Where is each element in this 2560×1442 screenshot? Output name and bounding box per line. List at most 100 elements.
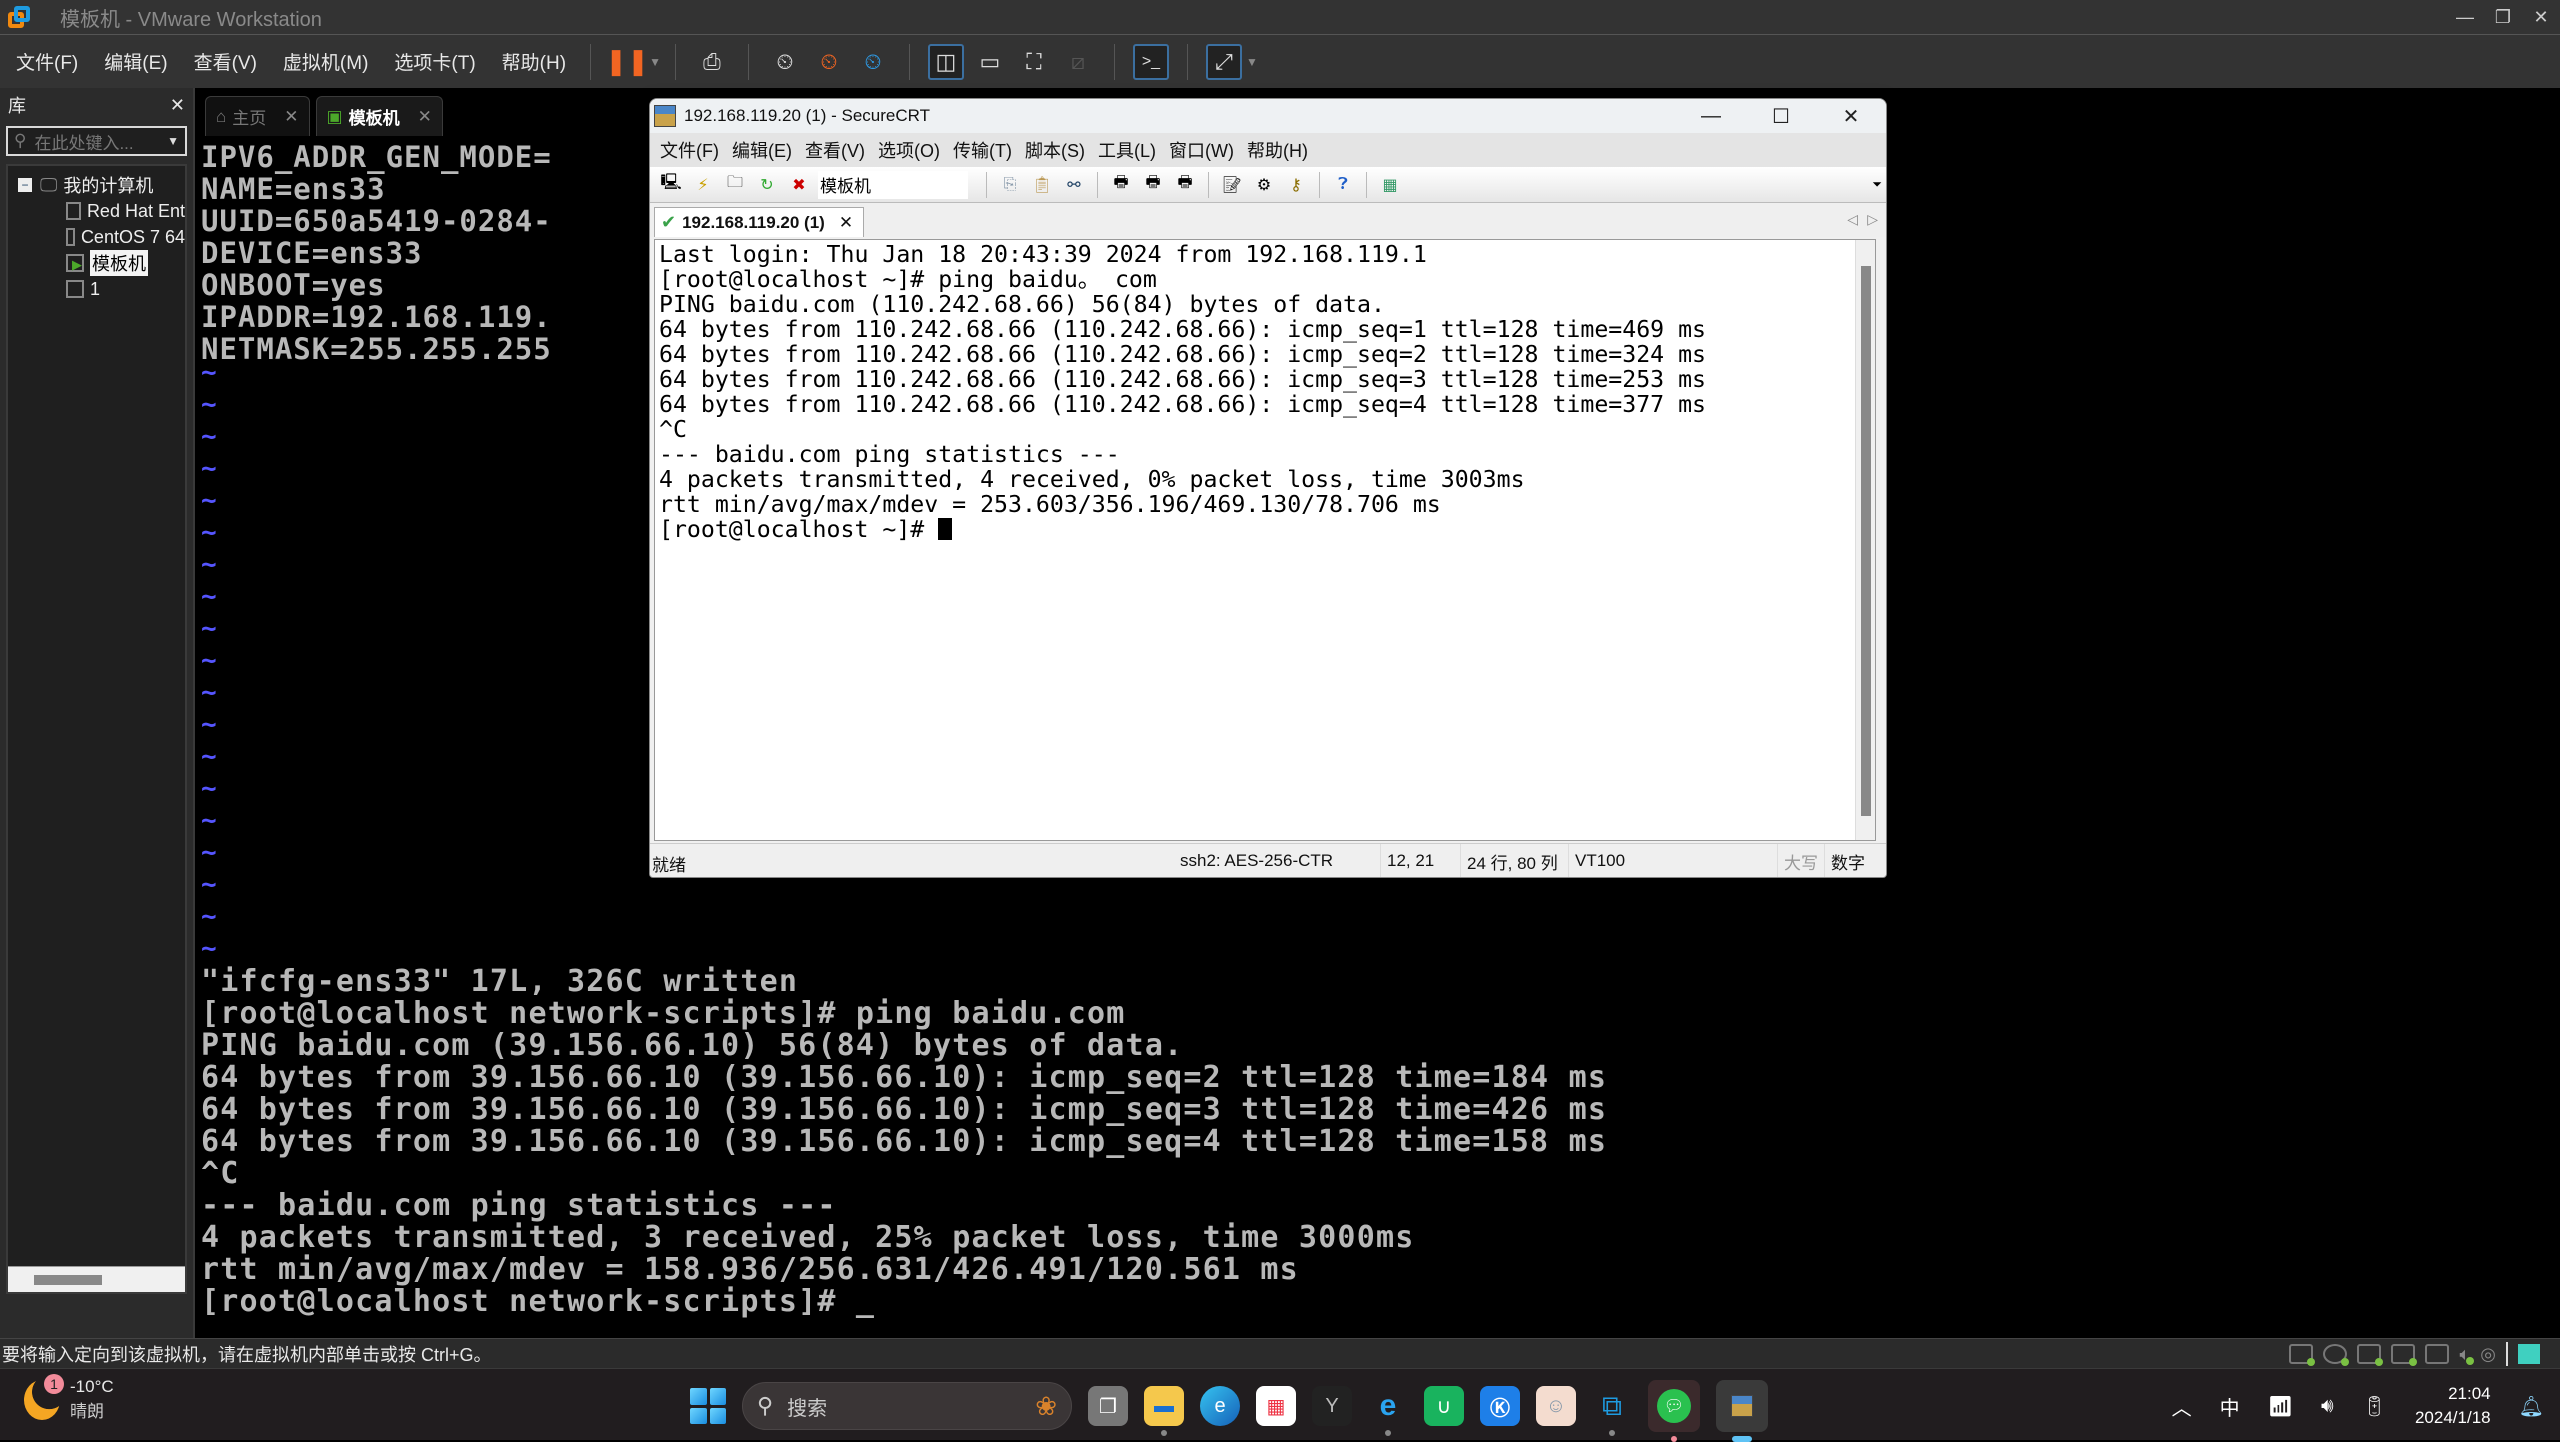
crt-menu-file[interactable]: 文件(F) (660, 137, 719, 163)
wechat-icon[interactable]: 💬︎ (1648, 1380, 1700, 1442)
sound-card-icon[interactable]: 🔈︎ (2459, 1344, 2475, 1365)
start-button[interactable] (690, 1388, 726, 1424)
file-explorer-icon[interactable]: ▬ (1144, 1386, 1184, 1436)
help-icon[interactable]: ❓︎ (1330, 172, 1356, 198)
crt-maximize-button[interactable]: ☐ (1746, 99, 1816, 133)
disconnect-icon[interactable]: ✖ (786, 172, 812, 198)
game-center-icon[interactable]: Y (1312, 1386, 1352, 1426)
task-view-icon[interactable]: ❐ (1088, 1386, 1128, 1426)
collapse-icon[interactable]: − (18, 178, 32, 192)
securecrt-taskbar-icon[interactable] (1716, 1380, 1768, 1442)
edge-icon[interactable]: e (1200, 1386, 1240, 1426)
network-adapter-icon[interactable] (2357, 1344, 2384, 1366)
menu-help[interactable]: 帮助(H) (486, 48, 576, 75)
session-tab[interactable]: ✔ 192.168.119.20 (1) ✕ (654, 207, 865, 237)
tree-item-vm[interactable]: 1 (8, 276, 185, 302)
battery-charging-icon[interactable]: 🔋︎ (2362, 1394, 2387, 1419)
crt-menu-help[interactable]: 帮助(H) (1247, 137, 1308, 163)
crt-menu-tools[interactable]: 工具(L) (1098, 137, 1156, 163)
ime-indicator[interactable]: 中 (2220, 1392, 2240, 1421)
crt-close-button[interactable]: ✕ (1816, 99, 1886, 133)
reconnect-icon[interactable]: ↻ (754, 172, 780, 198)
anime-app-icon[interactable]: ☺ (1536, 1386, 1576, 1426)
crt-menu-view[interactable]: 查看(V) (805, 137, 865, 163)
cd-dvd-icon[interactable] (2323, 1344, 2350, 1366)
crt-menu-edit[interactable]: 编辑(E) (732, 137, 792, 163)
tab-template-vm[interactable]: ▣ 模板机 ✕ (315, 96, 443, 136)
send-ctrl-alt-del-icon[interactable]: ⎙ (694, 44, 730, 80)
terminal-vertical-scrollbar[interactable] (1855, 240, 1875, 840)
toolbar-overflow-icon[interactable]: ⏷ (1872, 177, 1882, 192)
hard-disk-icon[interactable] (2289, 1344, 2316, 1366)
tab-close-icon[interactable]: ✕ (284, 107, 298, 127)
menu-view[interactable]: 查看(V) (178, 48, 267, 75)
library-horizontal-scrollbar[interactable] (8, 1266, 185, 1292)
tree-item-vm-selected[interactable]: ▶ 模板机 (8, 250, 185, 276)
tab-home[interactable]: ⌂ 主页 ✕ (205, 96, 310, 136)
notifications-bell-icon[interactable]: 🔔︎ (2519, 1394, 2544, 1419)
unity-icon[interactable]: ⧄ (1060, 44, 1096, 80)
session-tab-close-icon[interactable]: ✕ (839, 213, 853, 233)
tab-scroll-right-icon[interactable]: ▷ (1867, 211, 1878, 228)
restore-button[interactable]: ❐ (2484, 0, 2522, 34)
tab-close-icon[interactable]: ✕ (418, 107, 432, 127)
pause-icon[interactable]: ❚❚ (605, 44, 649, 80)
console-view-icon[interactable]: >_ (1132, 43, 1169, 80)
tree-item-my-computer[interactable]: − 🖵 我的计算机 (8, 172, 185, 198)
k-app-icon[interactable]: Ⓚ (1480, 1386, 1520, 1426)
camera-icon[interactable]: ◎ (2480, 1344, 2496, 1365)
search-dropdown-icon[interactable]: ▼ (167, 134, 179, 148)
network-adapter-2-icon[interactable] (2391, 1344, 2418, 1366)
global-options-icon[interactable]: ⚙ (1251, 172, 1277, 198)
crt-menu-window[interactable]: 窗口(W) (1169, 137, 1234, 163)
crt-menu-script[interactable]: 脚本(S) (1025, 137, 1085, 163)
menu-tabs[interactable]: 选项卡(T) (378, 48, 485, 75)
volume-icon[interactable]: 🔊︎ (2321, 1395, 2334, 1418)
green-app-icon[interactable]: ∪ (1424, 1386, 1464, 1426)
stretch-guest-icon[interactable]: ⤢ (1205, 43, 1242, 80)
microsoft-store-icon[interactable]: ▦ (1256, 1386, 1296, 1426)
tree-item-vm[interactable]: CentOS 7 64 (8, 224, 185, 250)
terminal-area[interactable]: Last login: Thu Jan 18 20:43:39 2024 fro… (654, 239, 1876, 841)
show-hidden-icons-chevron[interactable]: ︿ (2172, 1392, 2192, 1421)
wifi-icon[interactable]: 📶︎ (2268, 1394, 2293, 1419)
session-input[interactable]: 模板机 (818, 170, 968, 199)
pause-dropdown-icon[interactable]: ▼ (649, 55, 661, 69)
printer-icon[interactable] (2425, 1344, 2450, 1364)
connect-in-tab-icon[interactable]: 🗀 (722, 172, 748, 198)
copy-icon[interactable]: ⎘ (997, 172, 1023, 198)
show-library-icon[interactable]: ◫ (927, 43, 964, 80)
keymap-icon[interactable]: ⚷ (1283, 172, 1309, 198)
connect-icon[interactable]: 🖳 (658, 172, 684, 198)
quick-connect-icon[interactable]: ⚡ (690, 172, 716, 198)
menu-edit[interactable]: 编辑(E) (88, 48, 177, 75)
session-options-icon[interactable]: 📝︎ (1219, 172, 1245, 198)
minimize-button[interactable]: — (2446, 0, 2484, 34)
thumbnail-bar-icon[interactable]: ▭ (972, 44, 1008, 80)
vmware-taskbar-icon[interactable]: ⧉ (1592, 1386, 1632, 1436)
full-screen-icon[interactable]: ⛶ (1016, 44, 1052, 80)
clock[interactable]: 21:04 2024/1/18 (2415, 1382, 2491, 1430)
tree-item-vm[interactable]: Red Hat Ent (8, 198, 185, 224)
library-close-icon[interactable]: ✕ (170, 95, 185, 116)
tab-scroll-left-icon[interactable]: ◁ (1847, 211, 1858, 228)
snapshot-revert-icon[interactable]: ⏲ (811, 44, 847, 80)
find-icon[interactable]: ⚯ (1061, 172, 1087, 198)
snapshot-take-icon[interactable]: ⏲ (767, 44, 803, 80)
snapshot-manager-icon[interactable]: ⏲ (855, 44, 891, 80)
crt-menu-options[interactable]: 选项(O) (878, 137, 940, 163)
print-selection-icon[interactable]: 🖶 (1140, 172, 1166, 198)
browser-icon[interactable]: e (1368, 1386, 1408, 1436)
crt-menu-transfer[interactable]: 传输(T) (953, 137, 1012, 163)
print-icon[interactable]: 🖶 (1172, 172, 1198, 198)
stretch-dropdown-icon[interactable]: ▼ (1246, 55, 1258, 69)
weather-widget[interactable]: 1 -10°C 晴朗 (24, 1373, 114, 1422)
sftp-icon[interactable]: ▦ (1377, 172, 1403, 198)
crt-minimize-button[interactable]: — (1676, 99, 1746, 133)
library-search-input[interactable]: ⚲ 在此处键入... ▼ (6, 126, 187, 156)
menu-file[interactable]: 文件(F) (0, 48, 88, 75)
print-screen-icon[interactable]: 🖶 (1108, 172, 1134, 198)
close-button[interactable]: ✕ (2522, 0, 2560, 34)
taskbar-search[interactable]: ⚲ 搜索 ❀ (742, 1382, 1072, 1430)
message-log-icon[interactable] (2518, 1344, 2540, 1364)
